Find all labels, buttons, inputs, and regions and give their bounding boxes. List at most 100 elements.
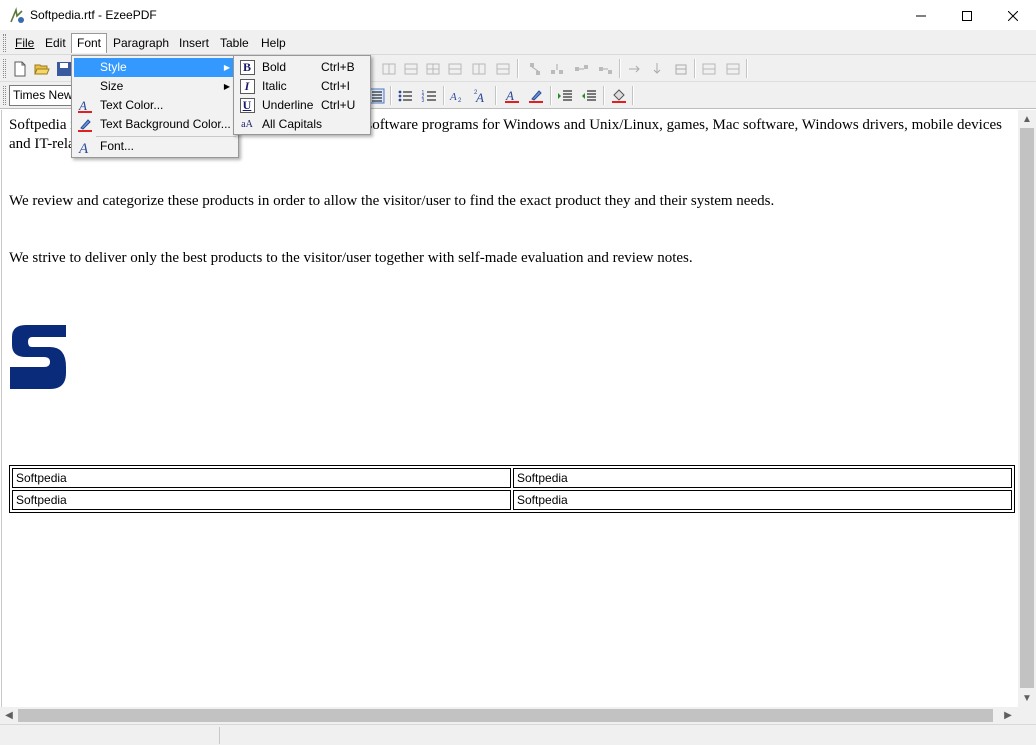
font-menu-item-style[interactable]: Style ▶ (74, 58, 236, 77)
table-cell[interactable]: Softpedia (12, 490, 511, 510)
scroll-right-icon[interactable]: ▶ (1000, 707, 1016, 723)
toolbar-button-f[interactable] (492, 58, 514, 80)
horizontal-scroll-thumb[interactable] (18, 709, 993, 722)
new-file-button[interactable] (9, 58, 31, 80)
document-paragraph[interactable]: We review and categorize these products … (9, 192, 1009, 211)
menu-edit[interactable]: Edit (40, 33, 71, 53)
insert-row-button[interactable] (524, 58, 546, 80)
numbered-list-icon: 123 (422, 90, 436, 104)
indent-button[interactable] (554, 85, 576, 107)
toolbar-separator (746, 59, 748, 78)
horizontal-scrollbar[interactable]: ◀ ▶ (0, 707, 1018, 724)
table-cell[interactable]: Softpedia (513, 490, 1012, 510)
menu-table[interactable]: Table (215, 33, 254, 53)
highlighter-icon (529, 90, 543, 103)
outdent-button[interactable] (578, 85, 600, 107)
subscript-button[interactable]: A2 (446, 85, 468, 107)
menu-file[interactable]: File (10, 33, 39, 53)
menu-help[interactable]: Help (256, 33, 291, 53)
maximize-button[interactable] (944, 0, 990, 31)
superscript-button[interactable]: A2 (470, 85, 492, 107)
vertical-scrollbar[interactable]: ▲ ▼ (1018, 110, 1036, 707)
save-icon (57, 62, 71, 76)
status-bar (0, 724, 1036, 745)
scrollbar-corner (1018, 707, 1036, 724)
text-color-button[interactable]: A (501, 85, 523, 107)
bold-icon: B (238, 59, 256, 76)
style-menu-item-all-capitals[interactable]: aA All Capitals (236, 115, 368, 134)
menu-font[interactable]: Font (71, 33, 108, 53)
style-menu-item-bold[interactable]: B Bold Ctrl+B (236, 58, 368, 77)
font-menu-item-text-background-color[interactable]: Text Background Color... (74, 115, 236, 134)
toolbar-grip[interactable] (3, 59, 6, 78)
font-menu-item-size[interactable]: Size ▶ (74, 77, 236, 96)
toolbar-button-c[interactable] (422, 58, 444, 80)
menu-insert[interactable]: Insert (174, 33, 214, 53)
open-file-button[interactable] (31, 58, 53, 80)
split-cells-icon (599, 67, 612, 74)
table-grid-icon (726, 63, 740, 75)
document-area[interactable]: Softpedia is a library of over 1,000,000… (1, 110, 1017, 707)
toolbar-button-d[interactable] (444, 58, 466, 80)
toolbar-button-e[interactable] (468, 58, 490, 80)
insert-column-button[interactable] (546, 58, 568, 80)
merge-cells-icon (575, 65, 588, 71)
toolbar-button-b[interactable] (400, 58, 422, 80)
bullet-list-button[interactable] (394, 85, 416, 107)
table-cell[interactable]: Softpedia (513, 468, 1012, 488)
background-fill-button[interactable] (608, 85, 630, 107)
insert-row-icon (530, 63, 540, 75)
toolbar-button-h[interactable] (646, 58, 668, 80)
align-justify-icon (369, 88, 385, 104)
document-table: Softpedia Softpedia Softpedia Softpedia (9, 465, 1015, 513)
menu-paragraph[interactable]: Paragraph (108, 33, 174, 53)
toolbar-separator (495, 86, 497, 105)
font-menu-item-text-color[interactable]: A Text Color... (74, 96, 236, 115)
font-icon: A (76, 138, 94, 155)
minimize-button[interactable] (898, 0, 944, 31)
minimize-icon (916, 15, 926, 16)
svg-text:A: A (505, 88, 514, 103)
submenu-arrow-icon: ▶ (223, 82, 230, 91)
bullet-list-icon (398, 90, 412, 102)
table-grid-icon (404, 63, 418, 75)
title-bar: Softpedia.rtf - EzeePDF (0, 0, 1036, 31)
indent-icon (558, 90, 572, 101)
toolbar-button-g[interactable] (624, 58, 646, 80)
merge-cells-button[interactable] (570, 58, 592, 80)
toolbar-separator (694, 59, 696, 78)
toolbar-separator (619, 59, 621, 78)
table-row: Softpedia Softpedia (12, 468, 1012, 488)
toolbar-separator (390, 86, 392, 105)
arrow-right-icon (629, 65, 640, 73)
toolbar-grip[interactable] (3, 86, 6, 105)
softpedia-logo-image (10, 325, 66, 389)
table-grid-icon (496, 63, 510, 75)
style-menu-item-italic[interactable]: I Italic Ctrl+I (236, 77, 368, 96)
toolbar-button-a[interactable] (378, 58, 400, 80)
font-menu-item-font[interactable]: A Font... (74, 137, 236, 156)
close-button[interactable] (990, 0, 1036, 31)
submenu-arrow-icon: ▶ (223, 63, 230, 72)
menubar-grip[interactable] (3, 34, 6, 52)
highlight-color-button[interactable] (525, 85, 547, 107)
document-paragraph[interactable]: We strive to deliver only the best produ… (9, 249, 1009, 268)
toolbar-button-i[interactable] (670, 58, 692, 80)
superscript-icon: A2 (474, 90, 484, 104)
scroll-left-icon[interactable]: ◀ (1, 707, 17, 723)
table-cell[interactable]: Softpedia (12, 468, 511, 488)
scroll-up-icon[interactable]: ▲ (1019, 111, 1035, 127)
split-cells-button[interactable] (594, 58, 616, 80)
toolbar-button-j[interactable] (698, 58, 720, 80)
toolbar-button-k[interactable] (722, 58, 744, 80)
font-menu: Style ▶ Size ▶ A Text Color... Text Back… (71, 55, 239, 158)
table-grid-icon (448, 63, 462, 75)
style-menu-item-underline[interactable]: U Underline Ctrl+U (236, 96, 368, 115)
table-grid-icon (382, 63, 396, 75)
highlighter-icon (76, 116, 94, 133)
font-name-select[interactable]: Times New Roman (9, 85, 75, 106)
scroll-down-icon[interactable]: ▼ (1019, 690, 1035, 706)
numbered-list-button[interactable]: 123 (418, 85, 440, 107)
toolbar-separator (603, 86, 605, 105)
vertical-scroll-thumb[interactable] (1020, 128, 1034, 688)
